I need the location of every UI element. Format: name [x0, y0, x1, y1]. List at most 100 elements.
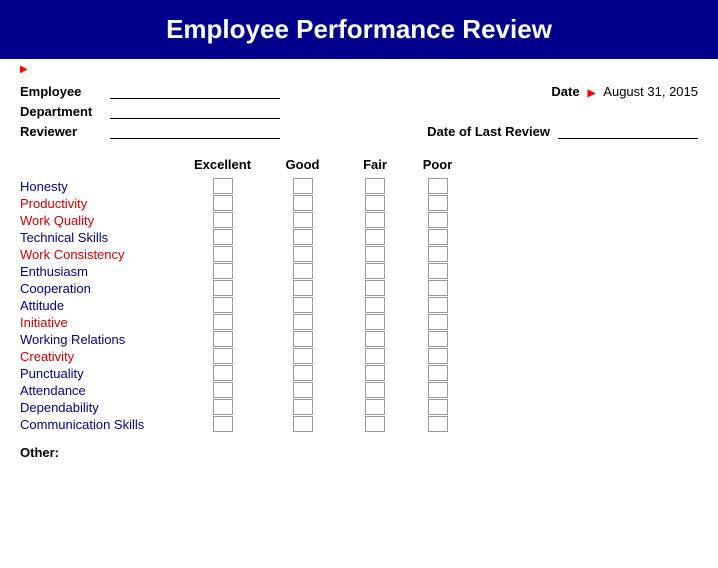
checkbox-poor[interactable] [428, 212, 448, 228]
rating-row: Technical Skills [20, 229, 698, 245]
checkbox-poor[interactable] [428, 399, 448, 415]
rating-row: Work Quality [20, 212, 698, 228]
checkbox-good[interactable] [293, 297, 313, 313]
skill-name: Initiative [20, 315, 180, 330]
ratings-grid: HonestyProductivity Work Quality Technical… [20, 178, 698, 433]
skill-name: Honesty [20, 179, 180, 194]
checkbox-excellent[interactable] [213, 331, 233, 347]
checkbox-fair[interactable] [365, 178, 385, 194]
checkbox-poor[interactable] [428, 297, 448, 313]
rating-row: Attendance [20, 382, 698, 398]
skill-name: Cooperation [20, 281, 180, 296]
checkbox-fair[interactable] [365, 314, 385, 330]
checkbox-excellent[interactable] [213, 399, 233, 415]
checkbox-excellent[interactable] [213, 348, 233, 364]
checkbox-fair[interactable] [365, 399, 385, 415]
checkbox-poor[interactable] [428, 331, 448, 347]
checkbox-poor[interactable] [428, 246, 448, 262]
skill-name: Attendance [20, 383, 180, 398]
checkbox-good[interactable] [293, 399, 313, 415]
rating-row: Creativity [20, 348, 698, 364]
reviewer-label: Reviewer [20, 124, 110, 139]
checkbox-poor[interactable] [428, 416, 448, 432]
checkbox-good[interactable] [293, 348, 313, 364]
checkbox-excellent[interactable] [213, 195, 233, 211]
date-value: August 31, 2015 [603, 84, 698, 99]
checkbox-fair[interactable] [365, 212, 385, 228]
checkbox-poor[interactable] [428, 263, 448, 279]
checkbox-excellent[interactable] [213, 382, 233, 398]
other-label: Other: [20, 445, 59, 460]
checkbox-fair[interactable] [365, 297, 385, 313]
rating-row: Dependability [20, 399, 698, 415]
checkbox-poor[interactable] [428, 382, 448, 398]
checkbox-excellent[interactable] [213, 297, 233, 313]
checkbox-excellent[interactable] [213, 229, 233, 245]
rating-row: Productivity [20, 195, 698, 211]
rating-row: Cooperation [20, 280, 698, 296]
checkbox-fair[interactable] [365, 416, 385, 432]
checkbox-poor[interactable] [428, 229, 448, 245]
checkbox-poor[interactable] [428, 195, 448, 211]
rating-row: Enthusiasm [20, 263, 698, 279]
checkbox-good[interactable] [293, 280, 313, 296]
checkbox-fair[interactable] [365, 280, 385, 296]
last-review-input[interactable] [558, 123, 698, 139]
skill-name: Creativity [20, 349, 180, 364]
checkbox-excellent[interactable] [213, 212, 233, 228]
checkbox-poor[interactable] [428, 314, 448, 330]
checkbox-excellent[interactable] [213, 246, 233, 262]
checkbox-good[interactable] [293, 212, 313, 228]
skill-name: Work Quality [20, 213, 180, 228]
rating-row: Working Relations [20, 331, 698, 347]
checkbox-fair[interactable] [365, 246, 385, 262]
checkbox-good[interactable] [293, 382, 313, 398]
checkbox-good[interactable] [293, 314, 313, 330]
date-marker: ▶ [588, 88, 596, 99]
checkbox-poor[interactable] [428, 348, 448, 364]
checkbox-good[interactable] [293, 416, 313, 432]
checkbox-good[interactable] [293, 263, 313, 279]
col-excellent-header: Excellent [180, 157, 265, 172]
rating-row: Honesty [20, 178, 698, 194]
rating-row: Communication Skills [20, 416, 698, 432]
rating-row: Work Consistency [20, 246, 698, 262]
checkbox-fair[interactable] [365, 382, 385, 398]
checkbox-fair[interactable] [365, 331, 385, 347]
checkbox-good[interactable] [293, 178, 313, 194]
col-fair-header: Fair [340, 157, 410, 172]
employee-label: Employee [20, 84, 110, 99]
checkbox-good[interactable] [293, 246, 313, 262]
col-poor-header: Poor [410, 157, 465, 172]
checkbox-poor[interactable] [428, 178, 448, 194]
checkbox-excellent[interactable] [213, 365, 233, 381]
checkbox-excellent[interactable] [213, 178, 233, 194]
skill-name: Technical Skills [20, 230, 180, 245]
col-good-header: Good [265, 157, 340, 172]
checkbox-fair[interactable] [365, 263, 385, 279]
skill-name: Enthusiasm [20, 264, 180, 279]
employee-input[interactable] [110, 83, 280, 99]
checkbox-good[interactable] [293, 365, 313, 381]
checkbox-fair[interactable] [365, 365, 385, 381]
checkbox-fair[interactable] [365, 195, 385, 211]
checkbox-poor[interactable] [428, 365, 448, 381]
rating-row: Attitude [20, 297, 698, 313]
department-input[interactable] [110, 103, 280, 119]
checkbox-excellent[interactable] [213, 280, 233, 296]
checkbox-good[interactable] [293, 331, 313, 347]
checkbox-excellent[interactable] [213, 416, 233, 432]
reviewer-input[interactable] [110, 123, 280, 139]
department-label: Department [20, 104, 110, 119]
checkbox-fair[interactable] [365, 348, 385, 364]
skill-name: Attitude [20, 298, 180, 313]
skill-name: Dependability [20, 400, 180, 415]
checkbox-excellent[interactable] [213, 314, 233, 330]
page-title: Employee Performance Review [0, 0, 718, 59]
checkbox-poor[interactable] [428, 280, 448, 296]
checkbox-good[interactable] [293, 229, 313, 245]
checkbox-excellent[interactable] [213, 263, 233, 279]
checkbox-good[interactable] [293, 195, 313, 211]
date-label: Date [551, 84, 579, 99]
checkbox-fair[interactable] [365, 229, 385, 245]
